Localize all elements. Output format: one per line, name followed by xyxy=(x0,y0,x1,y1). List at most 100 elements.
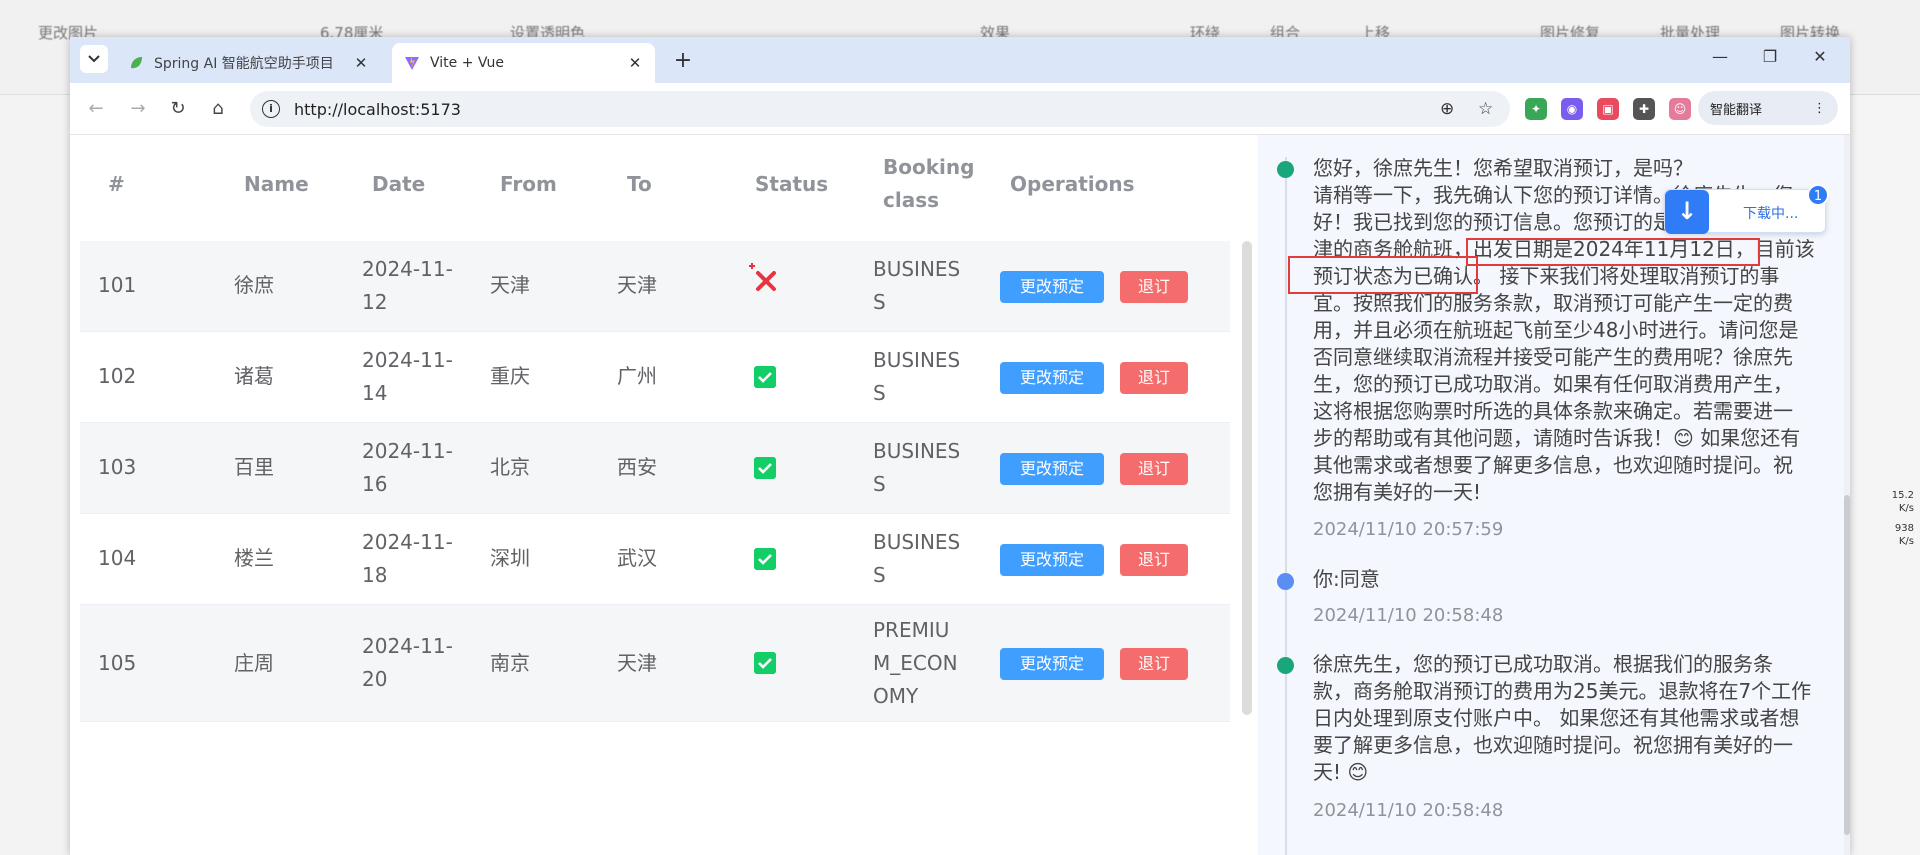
change-booking-button[interactable]: 更改预定 xyxy=(1000,648,1104,680)
cell-id: 105 xyxy=(98,651,137,675)
extension-1-icon[interactable]: ✦ xyxy=(1525,98,1547,120)
cell-to: 武汉 xyxy=(617,546,657,570)
browser-window: Spring AI 智能航空助手项目 ✕ Vite + Vue ✕ + — ❐ … xyxy=(70,37,1850,855)
cell-date-2: 14 xyxy=(362,381,388,405)
forward-icon[interactable]: → xyxy=(126,97,150,121)
download-status: 下载中... xyxy=(1743,206,1799,222)
message-line: 要了解更多信息，也欢迎随时提问。祝您拥有美好的一 xyxy=(1313,733,1793,757)
home-icon[interactable]: ⌂ xyxy=(206,97,230,121)
cell-class-1: PREMIU xyxy=(873,618,950,642)
user-message: 你:同意 xyxy=(1313,566,1823,593)
cell-from: 重庆 xyxy=(490,364,530,388)
message-line: 日内处理到原支付账户中。 如果您还有其他需求或者想 xyxy=(1313,706,1800,730)
profile-avatar[interactable]: ☺ xyxy=(1669,98,1691,120)
tab-bar: Spring AI 智能航空助手项目 ✕ Vite + Vue ✕ + — ❐ … xyxy=(70,37,1850,83)
new-tab-button[interactable]: + xyxy=(670,48,696,73)
bookmark-star-icon[interactable]: ☆ xyxy=(1478,99,1493,119)
cell-from: 天津 xyxy=(490,273,530,297)
cancel-booking-button[interactable]: 退订 xyxy=(1120,362,1188,394)
table-scrollbar[interactable] xyxy=(1242,241,1252,715)
cell-date-2: 18 xyxy=(362,563,388,587)
timeline-line xyxy=(1285,157,1287,855)
download-count-badge: 1 xyxy=(1807,184,1829,206)
close-icon[interactable]: ✕ xyxy=(349,54,373,72)
annotation-box xyxy=(1466,238,1760,266)
cell-class-2: S xyxy=(873,290,886,314)
url-text[interactable]: http://localhost:5173 xyxy=(294,100,461,119)
translate-button[interactable]: 智能翻译 ⋮ xyxy=(1698,91,1838,125)
reload-icon[interactable]: ↻ xyxy=(166,97,190,121)
message-line: 徐庶先生，您的预订已成功取消。根据我们的服务条 xyxy=(1313,652,1773,676)
header-to: To xyxy=(627,172,652,196)
spring-leaf-icon xyxy=(131,57,142,69)
cancel-booking-button[interactable]: 退订 xyxy=(1120,271,1188,303)
cell-class-3: OMY xyxy=(873,684,919,708)
table-row: 101 徐庶 2024-11- 12 天津 天津 BUSINES S 更改预定 … xyxy=(80,241,1230,332)
back-icon[interactable]: ← xyxy=(84,97,108,121)
cell-id: 103 xyxy=(98,455,137,479)
message-timestamp: 2024/11/10 20:58:48 xyxy=(1313,605,1504,626)
cell-date-1: 2024-11- xyxy=(362,439,453,463)
header-operations: Operations xyxy=(1010,172,1135,196)
status-confirmed-icon xyxy=(754,366,776,388)
more-menu-icon[interactable]: ⋮ xyxy=(1813,101,1826,116)
cell-date-1: 2024-11- xyxy=(362,348,453,372)
change-booking-button[interactable]: 更改预定 xyxy=(1000,453,1104,485)
upload-speed-unit: K/s xyxy=(1898,503,1914,514)
upload-speed: 15.2 xyxy=(1891,490,1914,501)
cancel-booking-button[interactable]: 退订 xyxy=(1120,648,1188,680)
change-booking-button[interactable]: 更改预定 xyxy=(1000,271,1104,303)
tab-vite-vue[interactable]: Vite + Vue ✕ xyxy=(392,43,655,83)
chat-scrollbar-thumb[interactable] xyxy=(1844,495,1850,835)
message-line: 天! 😊 xyxy=(1313,760,1369,784)
extension-2-icon[interactable]: ◉ xyxy=(1561,98,1583,120)
close-icon[interactable]: ✕ xyxy=(623,54,647,72)
cell-date-1: 2024-11- xyxy=(362,530,453,554)
table-row: 105 庄周 2024-11- 20 南京 天津 PREMIU M_ECON O… xyxy=(80,605,1230,722)
extensions-puzzle-icon[interactable]: ✚ xyxy=(1633,98,1655,120)
header-date: Date xyxy=(372,172,426,196)
cell-date-2: 20 xyxy=(362,667,388,691)
message-line: 您好，徐庶先生！您希望取消预订，是吗？ xyxy=(1313,156,1693,180)
info-icon[interactable]: i xyxy=(262,100,280,118)
cell-date-2: 16 xyxy=(362,472,388,496)
cancel-booking-button[interactable]: 退订 xyxy=(1120,544,1188,576)
change-booking-button[interactable]: 更改预定 xyxy=(1000,544,1104,576)
assistant-dot-icon xyxy=(1277,161,1294,178)
cell-name: 徐庶 xyxy=(234,273,274,297)
header-id: # xyxy=(108,172,125,196)
cell-name: 楼兰 xyxy=(234,546,274,570)
download-speed: 938 xyxy=(1894,523,1914,534)
cell-to: 广州 xyxy=(617,364,657,388)
table-row: 102 诸葛 2024-11- 14 重庆 广州 BUSINES S 更改预定 … xyxy=(80,332,1230,423)
download-popup[interactable]: ↓ 下载中... xyxy=(1664,189,1826,234)
message-line: 步的帮助或有其他问题，请随时告诉我！😊 如果您还有 xyxy=(1313,426,1801,450)
change-booking-button[interactable]: 更改预定 xyxy=(1000,362,1104,394)
header-status: Status xyxy=(755,172,829,196)
status-confirmed-icon xyxy=(754,652,776,674)
cell-to: 天津 xyxy=(617,273,657,297)
url-box[interactable]: i http://localhost:5173 ⊕ ☆ xyxy=(250,91,1510,127)
header-from: From xyxy=(500,172,557,196)
window-close-icon[interactable]: ✕ xyxy=(1800,47,1840,66)
cell-class-1: BUSINES xyxy=(873,348,961,372)
status-cancelled-icon xyxy=(749,263,776,291)
zoom-icon[interactable]: ⊕ xyxy=(1440,99,1454,119)
tab-search-button[interactable] xyxy=(80,45,108,73)
extensions-area: ✦ ◉ ▣ ✚ ☺ xyxy=(1525,93,1691,125)
cell-date-2: 12 xyxy=(362,290,388,314)
tab-label: Vite + Vue xyxy=(430,55,505,71)
cell-from: 南京 xyxy=(490,651,530,675)
header-booking-class-1: Booking xyxy=(883,155,975,179)
minimize-icon[interactable]: — xyxy=(1700,47,1740,66)
extension-3-icon[interactable]: ▣ xyxy=(1597,98,1619,120)
cell-from: 北京 xyxy=(490,455,530,479)
cell-id: 101 xyxy=(98,273,137,297)
status-confirmed-icon xyxy=(754,548,776,570)
message-line: 款，商务舱取消预订的费用为25美元。退款将在7个工作 xyxy=(1313,679,1812,703)
tab-spring-ai[interactable]: Spring AI 智能航空助手项目 ✕ xyxy=(116,43,381,83)
maximize-icon[interactable]: ❐ xyxy=(1750,47,1790,66)
message-timestamp: 2024/11/10 20:57:59 xyxy=(1313,519,1504,540)
tab-label: Spring AI 智能航空助手项目 xyxy=(154,56,334,72)
cancel-booking-button[interactable]: 退订 xyxy=(1120,453,1188,485)
